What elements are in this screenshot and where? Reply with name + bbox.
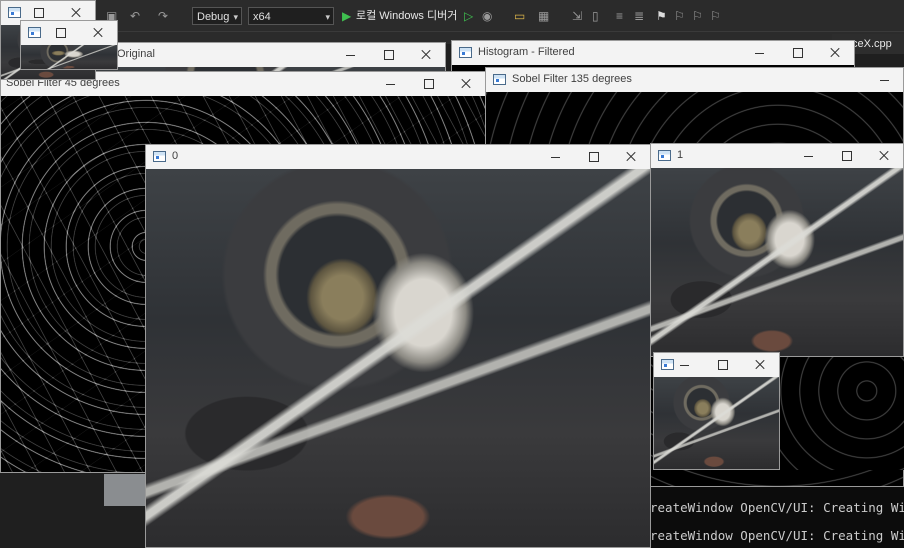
desktop: ▣ ↶ ↷ Debug x64 ▶ 로컬 Windows 디버거 ▷ ◉ ▭ ▦… (0, 0, 904, 548)
window-icon (28, 27, 41, 38)
title-bar[interactable]: Original (91, 43, 445, 67)
folder-icon[interactable]: ▭ (514, 7, 525, 25)
layout-icon[interactable]: ▦ (538, 7, 549, 25)
bookmark-icon[interactable]: ⚑ (656, 7, 667, 25)
minimize-button[interactable] (331, 43, 369, 67)
minimize-button[interactable] (371, 72, 409, 96)
window-icon (153, 151, 166, 162)
clear-bookmark-icon[interactable]: ⚐ (710, 7, 721, 25)
window-title: Original (117, 48, 155, 60)
close-button[interactable] (741, 353, 779, 377)
tiny-b-image (21, 45, 117, 69)
maximize-button[interactable] (409, 72, 447, 96)
small-window-image (654, 377, 779, 469)
tiny-window-b[interactable] (20, 20, 118, 70)
window-title: 1 (677, 149, 684, 161)
title-bar[interactable] (654, 353, 779, 377)
console-line: reateWindow OpenCV/UI: Creating Win3 (650, 500, 904, 515)
close-button[interactable] (447, 72, 485, 96)
prev-bookmark-icon[interactable]: ⚐ (674, 7, 685, 25)
close-button[interactable] (816, 41, 854, 65)
image-fragment (104, 474, 146, 506)
title-bar[interactable]: 0 (146, 145, 650, 169)
maximize-button[interactable] (827, 144, 865, 168)
small-window[interactable] (653, 352, 780, 470)
window-1[interactable]: 1 (650, 143, 904, 357)
hot-reload-icon[interactable]: ◉ (482, 7, 492, 25)
minimize-button[interactable] (789, 144, 827, 168)
maximize-button[interactable] (703, 353, 741, 377)
edge-image-fragment (780, 357, 904, 470)
close-button[interactable] (612, 145, 650, 169)
breakpoint-icon[interactable]: ▯ (592, 7, 599, 25)
maximize-button[interactable] (369, 43, 407, 67)
window-title: 0 (172, 150, 179, 162)
start-debug-icon[interactable]: ▶ (342, 7, 351, 25)
redo-icon[interactable]: ↷ (158, 7, 168, 25)
minimize-button[interactable] (865, 68, 903, 92)
console-line: reateWindow OpenCV/UI: Creating Win3 (650, 528, 904, 543)
window-icon (459, 47, 472, 58)
maximize-button[interactable] (41, 21, 79, 45)
platform-combo[interactable]: x64 (248, 7, 334, 26)
maximize-button[interactable] (574, 145, 612, 169)
title-bar[interactable]: 1 (651, 144, 903, 168)
window-title: Sobel Filter 135 degrees (512, 73, 632, 85)
vs-toolbar: ▣ ↶ ↷ Debug x64 ▶ 로컬 Windows 디버거 ▷ ◉ ▭ ▦… (0, 0, 904, 32)
undo-icon[interactable]: ↶ (130, 7, 140, 25)
window-icon (658, 150, 671, 161)
window-0[interactable]: 0 (145, 144, 651, 548)
minimize-button[interactable] (536, 145, 574, 169)
close-button[interactable] (407, 43, 445, 67)
start-without-debug-icon[interactable]: ▷ (464, 7, 473, 25)
title-bar[interactable] (21, 21, 117, 45)
window-title: Histogram - Filtered (478, 46, 575, 58)
next-bookmark-icon[interactable]: ⚐ (692, 7, 703, 25)
close-button[interactable] (79, 21, 117, 45)
window-icon (493, 74, 506, 85)
window-0-image (146, 169, 650, 547)
title-bar[interactable]: Histogram - Filtered (452, 41, 854, 65)
minimize-button[interactable] (740, 41, 778, 65)
window-1-image (651, 168, 903, 356)
uncomment-icon[interactable]: ≣ (634, 7, 644, 25)
title-bar[interactable]: Sobel Filter 135 degrees (486, 68, 903, 92)
comment-icon[interactable]: ≡ (616, 7, 623, 25)
configuration-combo[interactable]: Debug (192, 7, 242, 26)
close-button[interactable] (865, 144, 903, 168)
maximize-button[interactable] (778, 41, 816, 65)
minimize-button[interactable] (665, 353, 703, 377)
start-debug-button[interactable]: 로컬 Windows 디버거 (356, 7, 457, 25)
step-icon[interactable]: ⇲ (572, 7, 582, 25)
